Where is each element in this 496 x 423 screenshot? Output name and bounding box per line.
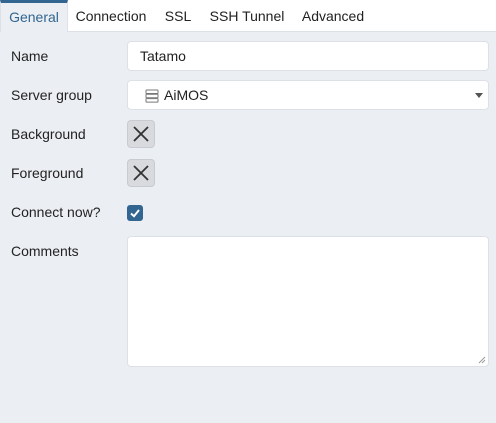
checkmark-icon <box>130 209 140 218</box>
name-input-value: Tatamo <box>140 48 186 64</box>
x-icon <box>133 126 149 142</box>
tab-ssh-tunnel[interactable]: SSH Tunnel <box>204 0 290 32</box>
tab-connection[interactable]: Connection <box>68 0 154 32</box>
server-group-icon <box>145 89 159 103</box>
connect-now-label: Connect now? <box>11 204 101 220</box>
foreground-color-picker[interactable] <box>127 159 155 187</box>
connect-now-checkbox[interactable] <box>127 205 143 221</box>
background-label: Background <box>11 126 86 142</box>
name-input[interactable]: Tatamo <box>127 41 489 71</box>
tab-ssl[interactable]: SSL <box>158 0 198 32</box>
chevron-down-icon <box>475 93 483 98</box>
background-color-picker[interactable] <box>127 120 155 148</box>
resize-grip-icon[interactable] <box>478 356 486 364</box>
tab-bar: General Connection SSL SSH Tunnel Advanc… <box>0 0 496 32</box>
tab-general[interactable]: General <box>0 0 68 32</box>
server-group-label: Server group <box>11 87 92 103</box>
server-group-select[interactable]: AiMOS <box>127 80 489 110</box>
foreground-label: Foreground <box>11 165 84 181</box>
tab-advanced[interactable]: Advanced <box>296 0 370 32</box>
comments-textarea[interactable] <box>127 236 489 367</box>
x-icon <box>133 165 149 181</box>
name-label: Name <box>11 48 49 64</box>
comments-label: Comments <box>11 243 79 259</box>
server-group-value: AiMOS <box>164 87 209 103</box>
